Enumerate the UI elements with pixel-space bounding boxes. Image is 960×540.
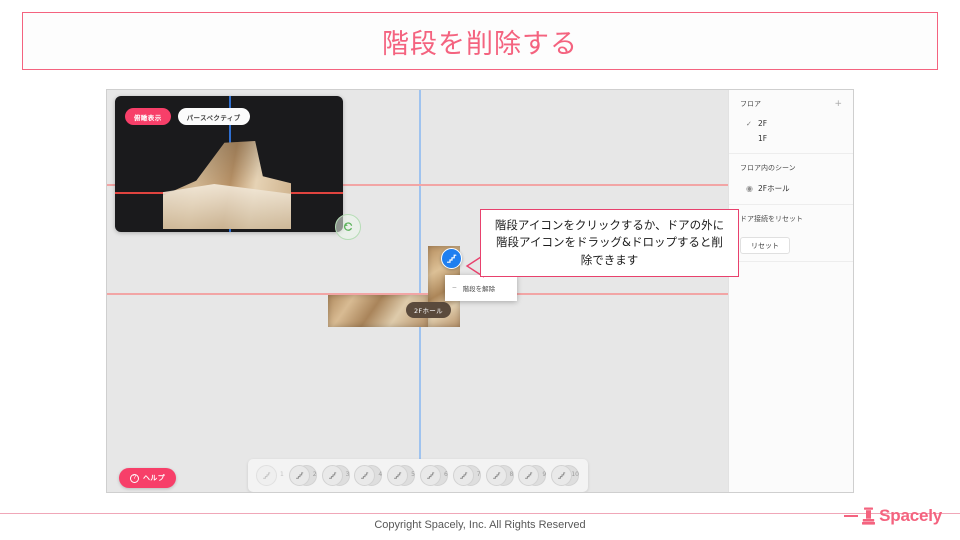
scene-toolbar-item[interactable]: 6 — [419, 464, 449, 487]
preview-mode-buttons: 俯瞰表示 パースペクティブ — [125, 108, 250, 125]
floorplan-canvas[interactable]: 2Fホール − 階段を解除 俯瞰表示 パースペクティブ ? ヘルプ 1 2 3 … — [107, 90, 728, 492]
scene-toolbar-item[interactable]: 7 — [452, 464, 482, 487]
scene-thumb-icon — [354, 464, 376, 486]
page-title: 階段を削除する — [382, 28, 578, 60]
sidebar-item-floor-1f[interactable]: 1F — [740, 131, 842, 146]
scene-toolbar-item[interactable]: 9 — [518, 464, 547, 487]
sidebar-floor-header: フロア + — [740, 99, 842, 109]
scene-thumb-icon — [419, 464, 441, 486]
scene-thumb-icon — [485, 464, 507, 486]
stair-glyph-small — [295, 471, 304, 479]
sidebar-scene-header: フロア内のシーン — [740, 163, 842, 173]
spacely-mark-icon — [862, 507, 876, 525]
scene-number: 1 — [279, 470, 284, 478]
rotate-arrow-icon — [343, 222, 353, 231]
stair-glyph-small — [426, 471, 435, 479]
scene-thumb-icon — [518, 464, 540, 486]
reset-door-connection-button[interactable]: リセット — [740, 237, 790, 254]
sidebar-scene-heading: フロア内のシーン — [740, 164, 796, 172]
sidebar-reset-heading: ドア接続をリセット — [740, 215, 803, 223]
scene-toolbar-item[interactable]: 10 — [551, 464, 580, 487]
scene-toolbar-item[interactable]: 8 — [485, 464, 515, 487]
sidebar-floor-label: 2F — [758, 119, 768, 128]
scene-toolbar-item[interactable]: 3 — [321, 464, 351, 487]
footer-copyright: Copyright Spacely, Inc. All Rights Reser… — [374, 519, 586, 531]
logo-dash — [844, 515, 859, 517]
scene-number: 2 — [312, 470, 317, 478]
app-window: 2Fホール − 階段を解除 俯瞰表示 パースペクティブ ? ヘルプ 1 2 3 … — [106, 89, 854, 493]
rotate-handle-icon[interactable] — [335, 214, 361, 240]
help-button-label: ヘルプ — [143, 474, 165, 482]
stair-glyph-small — [361, 471, 369, 479]
slide-title-banner: 階段を削除する — [22, 12, 938, 70]
sidebar-floor-heading: フロア — [740, 100, 761, 108]
instruction-callout: 階段アイコンをクリックするか、ドアの外に階段アイコンをドラッグ&ドロップすると削… — [480, 209, 739, 277]
overhead-view-button[interactable]: 俯瞰表示 — [125, 108, 171, 125]
stair-glyph-small — [492, 471, 500, 479]
scene-number: 5 — [411, 470, 415, 478]
sidebar-item-scene-2f-hall[interactable]: ◉ 2Fホール — [740, 180, 842, 197]
scene-number: 10 — [571, 470, 579, 478]
scene-thumb-icon — [387, 464, 409, 486]
spacely-logo: Spacely — [844, 506, 942, 526]
scene-thumb-icon — [551, 464, 573, 486]
context-menu-item-remove-stair[interactable]: 階段を解除 — [463, 283, 496, 293]
scene-toolbar-item[interactable]: 1 — [256, 464, 285, 487]
scene-chip[interactable]: 2Fホール — [406, 302, 451, 318]
scene-number: 4 — [378, 470, 383, 478]
right-sidebar: フロア + ✓ 2F 1F フロア内のシーン ◉ 2Fホール ドア接続をリセット… — [728, 90, 853, 492]
scene-toolbar-item[interactable]: 4 — [354, 464, 383, 487]
check-icon: ✓ — [746, 119, 752, 128]
stair-glyph-small — [525, 471, 533, 479]
stair-glyph-small — [459, 471, 468, 479]
help-button[interactable]: ? ヘルプ — [119, 468, 176, 488]
stair-glyph-small — [263, 471, 271, 479]
panorama-icon: ◉ — [746, 184, 753, 193]
vertical-guide-line — [419, 90, 421, 492]
minus-icon: − — [452, 283, 457, 292]
footer-divider — [0, 513, 960, 514]
scene-number: 8 — [509, 470, 514, 478]
add-floor-icon[interactable]: + — [834, 99, 842, 109]
scene-toolbar-item[interactable]: 5 — [387, 464, 416, 487]
sidebar-scene-label: 2Fホール — [757, 184, 790, 193]
sidebar-item-floor-2f[interactable]: ✓ 2F — [740, 116, 842, 131]
sidebar-floor-label: 1F — [758, 134, 768, 143]
scene-thumb-icon — [288, 464, 310, 486]
stair-glyph-small — [394, 471, 402, 479]
sidebar-reset-section: ドア接続をリセット リセット — [729, 205, 853, 262]
perspective-view-button[interactable]: パースペクティブ — [177, 108, 250, 125]
spacely-wordmark: Spacely — [879, 506, 942, 525]
scene-thumb-icon — [321, 464, 343, 486]
scene-number: 9 — [542, 470, 547, 478]
preview-3d-panel[interactable]: 俯瞰表示 パースペクティブ — [115, 96, 343, 232]
sidebar-scene-section: フロア内のシーン ◉ 2Fホール — [729, 154, 853, 205]
scene-number: 7 — [476, 470, 481, 478]
scene-number: 3 — [345, 470, 350, 478]
scene-toolbar[interactable]: 1 2 3 4 5 6 7 8 9 10 — [248, 459, 588, 492]
sidebar-reset-header: ドア接続をリセット — [740, 214, 842, 224]
question-mark-icon: ? — [130, 473, 139, 483]
slide-root: 階段を削除する 2Fホール − 階段を解除 俯瞰表示 パースペクティブ ? ヘル… — [0, 0, 960, 540]
scene-thumb-icon — [452, 464, 474, 486]
scene-number: 6 — [443, 470, 448, 478]
instruction-callout-text: 階段アイコンをクリックするか、ドアの外に階段アイコンをドラッグ&ドロップすると削… — [494, 218, 725, 267]
stair-glyph-small — [558, 471, 566, 479]
sidebar-floor-section: フロア + ✓ 2F 1F — [729, 90, 853, 154]
stair-glyph-small — [328, 471, 336, 479]
scene-thumb-icon — [256, 464, 277, 486]
scene-toolbar-item[interactable]: 2 — [288, 464, 318, 487]
